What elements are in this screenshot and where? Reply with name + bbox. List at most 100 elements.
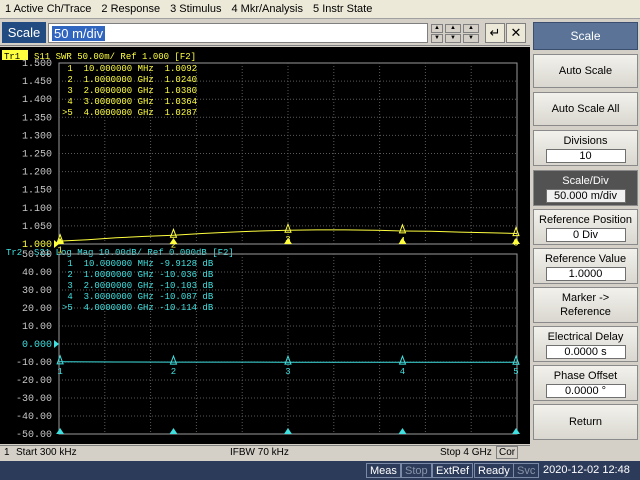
reference-value-button[interactable]: Reference Value 1.0000 [533, 248, 638, 284]
trace2-y-tick-label: -10.00 [16, 358, 52, 369]
auto-scale-button[interactable]: Auto Scale [533, 54, 638, 88]
trace1-y-tick-label: 1.400 [22, 95, 52, 106]
phase-offset-value: 0.0000 ° [545, 383, 626, 398]
menu-active-ch-trace[interactable]: 1 Active Ch/Trace [0, 3, 96, 15]
scale-div-button[interactable]: Scale/Div 50.000 m/div [533, 170, 638, 206]
trace-display: Tr1 S11 SWR 50.00m/ Ref 1.000 [F2] 1.500 1.… [0, 47, 530, 444]
menu-stimulus[interactable]: 3 Stimulus [165, 3, 226, 15]
step-up-icon[interactable]: ▲ [445, 24, 461, 33]
trace2-marker-readout: 4 3.0000000 GHz -10.087 dB [62, 292, 214, 302]
return-button[interactable]: Return [533, 404, 638, 440]
trace2-marker-bottom-arrow [56, 428, 65, 434]
trace-display-svg: Tr1 S11 SWR 50.00m/ Ref 1.000 [F2]1.500 1.… [2, 50, 520, 441]
correction-badge: Cor [496, 446, 519, 459]
electrical-delay-button[interactable]: Electrical Delay 0.0000 s [533, 326, 638, 362]
trace2-marker-bottom-arrow [169, 428, 178, 434]
divisions-value: 10 [545, 148, 626, 163]
divisions-button[interactable]: Divisions 10 [533, 130, 638, 166]
reference-position-button[interactable]: Reference Position 0 Div [533, 209, 638, 245]
enter-icon[interactable]: ↵ [485, 23, 505, 43]
trace2-marker-bottom-arrow [512, 428, 520, 434]
trace1-y-tick-label: 1.350 [22, 113, 52, 124]
double-up-icon[interactable]: ▲ [463, 24, 479, 33]
trace2-y-tick-label: -30.00 [16, 394, 52, 405]
status-meas: Meas [366, 463, 401, 478]
status-stop: Stop [401, 463, 432, 478]
reference-value-value: 1.0000 [545, 266, 626, 281]
trace2-tag: Tr2 [6, 248, 22, 258]
trace2-ref-arrow [54, 340, 59, 348]
entry-label: Scale [2, 22, 46, 43]
status-datetime: 2020-12-02 12:48 [540, 463, 633, 478]
marker-ref-line1: Marker -> [561, 292, 610, 304]
menu-mkr-analysis[interactable]: 4 Mkr/Analysis [226, 3, 308, 15]
trace1-y-tick-label: 1.250 [22, 150, 52, 161]
auto-scale-all-button[interactable]: Auto Scale All [533, 92, 638, 126]
marker-ref-line2: Reference [560, 306, 611, 318]
ifbw[interactable]: IFBW 70 kHz [230, 447, 289, 458]
phase-offset-label: Phase Offset [553, 369, 618, 382]
trace1-marker-readout: >5 4.0000000 GHz 1.0287 [62, 108, 197, 118]
trace2-y-tick-label: -20.00 [16, 376, 52, 387]
trace1-marker-readout: 3 2.0000000 GHz 1.0380 [62, 86, 197, 96]
divisions-label: Divisions [563, 134, 608, 147]
electrical-delay-value: 0.0000 s [545, 344, 626, 359]
trace2-y-tick-label: 10.00 [22, 322, 52, 333]
trace2-y-tick-label: 0.000 [22, 340, 52, 351]
softkey-panel: Scale Auto Scale Auto Scale All Division… [531, 20, 640, 460]
start-frequency[interactable]: Start 300 kHz [16, 447, 77, 458]
trace1-y-tick-label: 1.150 [22, 186, 52, 197]
trace2-marker-label: 5 [513, 367, 518, 377]
trace1-tag: Tr1 [4, 52, 20, 62]
trace2-y-tick-label: -50.00 [16, 430, 52, 441]
trace2-marker-label: 3 [285, 367, 290, 377]
status-svc: Svc [513, 463, 540, 478]
scale-entry-input[interactable]: 50 m/div [48, 23, 428, 43]
trace1-y-tick-label: 1.050 [22, 222, 52, 233]
trace2-marker-readout: 2 1.0000000 GHz -10.036 dB [62, 270, 214, 280]
trace1-marker-triangle [169, 227, 178, 238]
scale-div-label: Scale/Div [562, 174, 609, 187]
trace2-marker-label: 4 [400, 367, 405, 377]
phase-offset-button[interactable]: Phase Offset 0.0000 ° [533, 365, 638, 401]
trace1-marker-readout: 1 10.000000 MHz 1.0092 [62, 64, 197, 74]
stop-frequency[interactable]: Stop 4 GHz [440, 447, 492, 458]
menu-response[interactable]: 2 Response [96, 3, 165, 15]
trace2-marker-bottom-arrow [398, 428, 407, 434]
softkey-title: Scale [533, 22, 638, 50]
marker-to-reference-button[interactable]: Marker -> Reference [533, 287, 638, 323]
double-down-icon[interactable]: ▼ [463, 34, 479, 43]
trace2-y-tick-label: 30.00 [22, 286, 52, 297]
trace2-marker-triangle [398, 354, 407, 365]
trace2-marker-triangle [169, 354, 178, 365]
trace2-y-tick-label: -40.00 [16, 412, 52, 423]
trace2-marker-label: 2 [171, 367, 176, 377]
status-ready: Ready [474, 463, 514, 478]
reference-position-value: 0 Div [545, 227, 626, 242]
scale-entry-value: 50 m/div [52, 25, 106, 41]
trace2-marker-readout: >5 4.0000000 GHz -10.114 dB [62, 303, 214, 313]
trace1-y-tick-label: 1.300 [22, 131, 52, 142]
trace2-header: S21 Log Mag 10.00dB/ Ref 0.000dB [F2] [34, 248, 234, 258]
trace1-y-tick-label: 1.200 [22, 168, 52, 179]
trace1-header: S11 SWR 50.00m/ Ref 1.000 [F2] [34, 52, 196, 62]
entry-bar: Scale 50 m/div ▲ ▼ ▲ ▼ ▲ ▼ ↵ ✕ [0, 20, 530, 46]
status-extref: ExtRef [432, 463, 474, 478]
trace1-marker-readout: 4 3.0000000 GHz 1.0364 [62, 97, 197, 107]
trace2-marker-label: 1 [57, 367, 62, 377]
trace2-y-tick-label: 20.00 [22, 304, 52, 315]
spin-up-icon[interactable]: ▲ [431, 24, 443, 33]
spin-down-icon[interactable]: ▼ [431, 34, 443, 43]
close-icon[interactable]: ✕ [506, 23, 526, 43]
trace1-y-tick-label: 1.100 [22, 204, 52, 215]
menu-bar: 1 Active Ch/Trace 2 Response 3 Stimulus … [0, 0, 640, 19]
trace2-marker-triangle [56, 354, 64, 365]
reference-position-label: Reference Position [539, 213, 632, 226]
trace2-y-tick-label: 50.00 [22, 250, 52, 261]
trace1-y-tick-label: 1.450 [22, 77, 52, 88]
step-down-icon[interactable]: ▼ [445, 34, 461, 43]
trace2-y-tick-label: 40.00 [22, 268, 52, 279]
menu-instr-state[interactable]: 5 Instr State [308, 3, 377, 15]
trace2-marker-readout: 1 10.000000 MHz -9.9128 dB [62, 259, 214, 269]
reference-value-label: Reference Value [544, 252, 627, 265]
